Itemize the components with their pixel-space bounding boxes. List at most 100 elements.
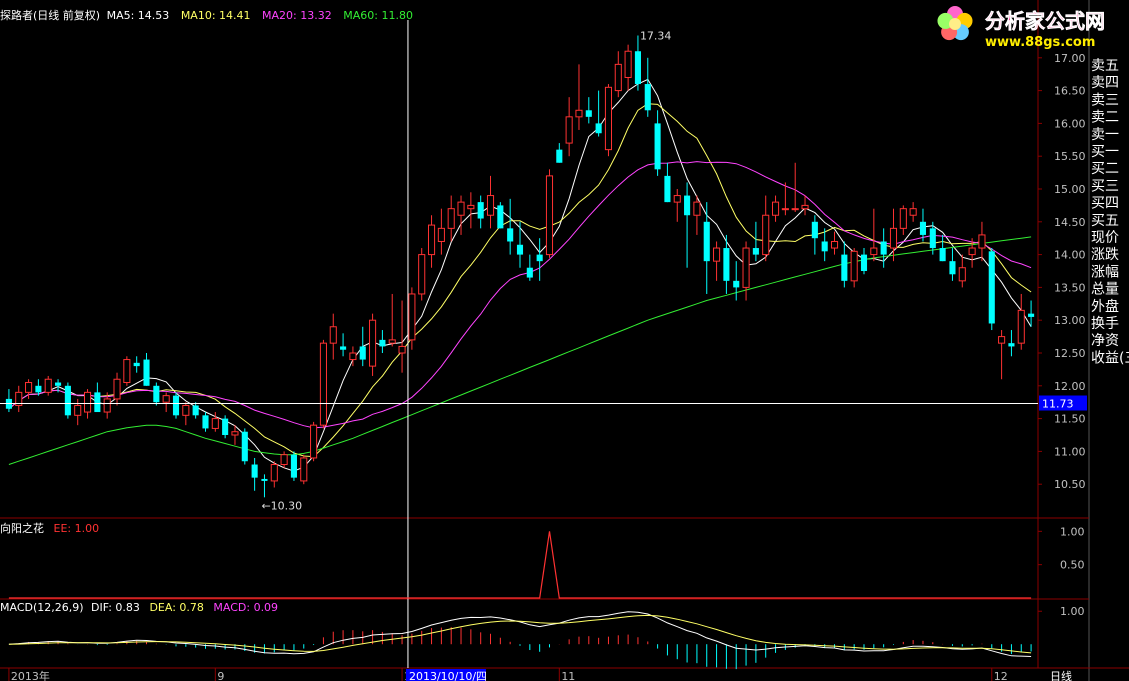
candle-body-down xyxy=(919,221,927,235)
background xyxy=(0,0,1129,681)
price-tick-label: 16.00 xyxy=(1054,117,1086,130)
candle-body-down xyxy=(939,248,946,262)
quote-field-label: 卖三 xyxy=(1091,92,1119,108)
candle-body-up xyxy=(1017,309,1025,344)
candle-body-up xyxy=(44,378,52,393)
candle-body-up xyxy=(437,227,445,242)
candle-body-down xyxy=(133,362,140,367)
candle-body-up xyxy=(319,342,327,426)
candle-body-up xyxy=(182,404,190,416)
candle-body-down xyxy=(703,221,710,262)
candle-body-down xyxy=(290,454,297,478)
candle-body-down xyxy=(988,251,995,324)
candle-body-down xyxy=(1028,313,1035,317)
quote-field-label: 总量 xyxy=(1091,282,1119,298)
candle-body-down xyxy=(497,205,504,229)
candle-body-up xyxy=(310,424,318,459)
candle-body-down xyxy=(172,395,180,416)
candle-body-up xyxy=(486,195,495,216)
candle-body-up xyxy=(909,208,917,216)
candle-body-down xyxy=(477,202,484,219)
candle-body-down xyxy=(192,405,199,416)
candle-body-down xyxy=(241,431,248,462)
watermark-title: 分析家公式网 xyxy=(985,9,1105,33)
candle-body-down xyxy=(585,110,592,117)
candle-body-down xyxy=(340,346,347,350)
candle-body-up xyxy=(74,404,82,416)
candle-body-up xyxy=(742,247,750,288)
candle-body-down xyxy=(143,359,150,386)
candle-body-down xyxy=(733,280,740,288)
macd-tick-label: 1.00 xyxy=(1060,605,1085,618)
candle-body-up xyxy=(673,195,681,203)
candle-body-down xyxy=(261,478,268,481)
price-tick-label: 13.00 xyxy=(1054,314,1086,327)
candle-body-up xyxy=(231,431,239,436)
candle-body-up xyxy=(565,116,573,144)
candle-body-down xyxy=(379,339,386,347)
candle-body-down xyxy=(752,248,759,255)
candle-body-down xyxy=(202,415,209,429)
quote-field-label: 买三 xyxy=(1091,178,1119,194)
candle-body-down xyxy=(664,175,671,203)
x-axis-label: 12 xyxy=(994,670,1008,681)
candle-body-down xyxy=(841,254,848,281)
price-tick-label: 15.00 xyxy=(1054,183,1086,196)
candle-body-up xyxy=(624,50,632,78)
candle-body-down xyxy=(507,228,514,242)
x-axis-label: 2013年 xyxy=(11,669,50,681)
candle-body-up xyxy=(103,398,111,413)
candle-body-up xyxy=(889,227,898,249)
quote-field-label: 收益(三 xyxy=(1091,350,1129,366)
candle-body-down xyxy=(684,195,691,216)
candle-body-down xyxy=(1008,343,1015,347)
candle-body-up xyxy=(693,201,701,216)
candle-body-up xyxy=(467,204,475,210)
candle-body-up xyxy=(870,247,878,256)
price-tick-label: 16.50 xyxy=(1054,85,1086,98)
quote-field-label: 卖一 xyxy=(1091,127,1119,143)
price-tick-label: 11.50 xyxy=(1054,413,1086,426)
candle-body-down xyxy=(654,123,661,170)
candle-body-down xyxy=(634,51,641,85)
candle-body-down xyxy=(860,254,868,271)
candle-body-down xyxy=(55,382,62,386)
quote-field-label: 净资 xyxy=(1091,333,1119,349)
quote-field-label: 卖五 xyxy=(1091,58,1119,74)
candle-body-up xyxy=(457,201,465,216)
quote-field-label: 外盘 xyxy=(1091,298,1119,315)
price-tick-label: 17.00 xyxy=(1054,52,1086,65)
watermark-url: www.88gs.com xyxy=(985,35,1095,50)
ee-tick-label: 0.50 xyxy=(1060,559,1085,572)
candle-body-down xyxy=(359,346,366,360)
candle-body-up xyxy=(447,208,455,229)
candle-body-up xyxy=(211,418,219,429)
candle-body-up xyxy=(850,250,858,282)
candle-body-up xyxy=(958,267,966,282)
ee-tick-label: 1.00 xyxy=(1060,525,1085,538)
candle-body-up xyxy=(762,214,770,256)
candle-body-down xyxy=(811,221,818,239)
quote-field-label: 买二 xyxy=(1091,161,1119,177)
candle-body-up xyxy=(408,293,416,341)
candle-body-down xyxy=(251,464,258,478)
quote-field-label: 卖四 xyxy=(1091,75,1119,91)
candle-body-up xyxy=(998,336,1006,344)
chart-canvas[interactable]: 10.50 11.00 11.50 12.00 12.50 13.00 13.50 14.00… xyxy=(0,0,1129,681)
quote-field-label: 卖二 xyxy=(1091,110,1119,126)
x-axis-label: 9 xyxy=(217,670,224,681)
candle-body-up xyxy=(575,109,583,118)
quote-field-label: 买一 xyxy=(1091,144,1119,160)
quote-field-label: 买五 xyxy=(1091,213,1119,229)
candle-body-down xyxy=(94,392,101,413)
candle-body-up xyxy=(801,204,809,210)
candle-body-up xyxy=(280,454,288,466)
candle-body-up xyxy=(791,208,799,211)
period-label: 日线 xyxy=(1050,669,1072,681)
candle-body-up xyxy=(771,201,780,216)
candle-body-down xyxy=(516,244,524,255)
candle-body-up xyxy=(329,326,337,344)
price-tick-label: 14.50 xyxy=(1054,216,1086,229)
candle-body-up xyxy=(123,359,131,384)
candle-body-up xyxy=(418,254,426,295)
